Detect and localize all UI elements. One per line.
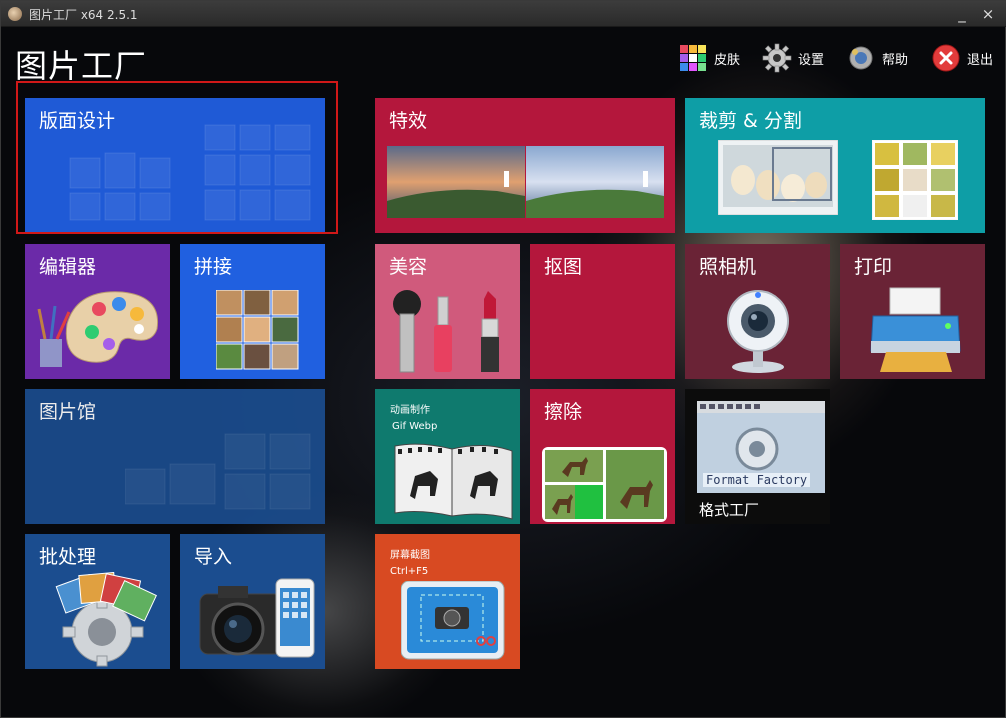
tile-effects[interactable]: 特效 [375, 98, 675, 233]
webcam-icon [727, 290, 789, 373]
cosmetics-icon [393, 290, 499, 373]
close-circle-icon [932, 44, 960, 72]
tile-cutout[interactable]: 抠图 [530, 244, 675, 379]
exit-label: 退出 [967, 52, 994, 68]
tile-print-label: 打印 [854, 256, 893, 278]
tile-gallery-label: 图片馆 [39, 401, 97, 423]
help-gear-icon [849, 46, 873, 70]
tile-print[interactable]: 打印 [840, 244, 985, 379]
photo-collage-icon [216, 290, 299, 370]
paint-palette-icon [37, 291, 159, 367]
film-strip-horse-icon [394, 443, 513, 520]
tile-format-factory-label: 格式工厂 [699, 501, 760, 519]
lighthouse-landscape-image [387, 146, 664, 218]
tile-effects-label: 特效 [389, 110, 428, 132]
tile-editor-label: 编辑器 [39, 256, 97, 278]
settings-label: 设置 [798, 52, 825, 68]
tile-screenshot[interactable]: 屏幕截图 Ctrl+F5 [375, 534, 520, 669]
tile-erase[interactable]: 擦除 [530, 389, 675, 524]
puppies-photo-image [718, 140, 838, 215]
app-window: 图片工厂 x64 2.5.1 _ × 图片工厂 皮肤 设置 帮助 退出 版面设计… [0, 0, 1006, 718]
help-label: 帮助 [882, 52, 909, 68]
tile-gallery[interactable]: 图片馆 [25, 389, 325, 524]
printer-icon [870, 287, 961, 372]
tile-batch-label: 批处理 [39, 546, 97, 568]
minimize-button[interactable]: _ [951, 3, 973, 25]
tile-camera-label: 照相机 [699, 256, 757, 278]
selected-tile-outline [16, 81, 338, 234]
tile-batch[interactable]: 批处理 [25, 534, 170, 669]
split-grid-image [872, 140, 958, 220]
skin-button[interactable]: 皮肤 [678, 42, 740, 74]
batch-gear-photos-icon [55, 572, 157, 667]
tile-collage-label: 拼接 [194, 256, 233, 278]
app-icon [8, 7, 22, 21]
exit-button[interactable]: 退出 [931, 42, 993, 74]
gallery-thumbnails-icon [125, 433, 311, 510]
settings-button[interactable]: 设置 [762, 42, 824, 74]
tile-animation-label: 动画制作 [390, 405, 430, 416]
tile-beauty[interactable]: 美容 [375, 244, 520, 379]
tile-erase-label: 擦除 [544, 401, 583, 423]
tile-collage[interactable]: 拼接 [180, 244, 325, 379]
camera-phone-icon [199, 578, 315, 658]
tile-format-factory[interactable]: Format Factory 格式工厂 [685, 389, 830, 524]
tile-camera[interactable]: 照相机 [685, 244, 830, 379]
tile-crop-split[interactable]: 裁剪 & 分割 [685, 98, 985, 233]
tile-import-label: 导入 [194, 546, 233, 568]
gear-icon [762, 43, 792, 73]
tile-screenshot-label: 屏幕截图 [390, 550, 430, 561]
tile-animation[interactable]: 动画制作 Gif Webp [375, 389, 520, 524]
screen-capture-icon [401, 581, 505, 660]
tile-beauty-label: 美容 [389, 256, 428, 278]
tile-animation-sublabel: Gif Webp [392, 421, 438, 432]
tile-editor[interactable]: 编辑器 [25, 244, 170, 379]
title-bar: 图片工厂 x64 2.5.1 _ × [1, 1, 1006, 27]
format-factory-logo-text: Format Factory [703, 473, 811, 487]
tile-crop-split-label: 裁剪 & 分割 [699, 110, 802, 132]
deer-photo-image [542, 447, 667, 522]
help-button[interactable]: 帮助 [846, 42, 908, 74]
window-title: 图片工厂 x64 2.5.1 [29, 8, 138, 22]
palette-grid-icon [680, 45, 706, 71]
tile-cutout-label: 抠图 [544, 256, 583, 278]
tile-import[interactable]: 导入 [180, 534, 325, 669]
close-button[interactable]: × [977, 3, 999, 25]
tile-screenshot-sublabel: Ctrl+F5 [390, 566, 429, 577]
skin-label: 皮肤 [714, 52, 741, 68]
